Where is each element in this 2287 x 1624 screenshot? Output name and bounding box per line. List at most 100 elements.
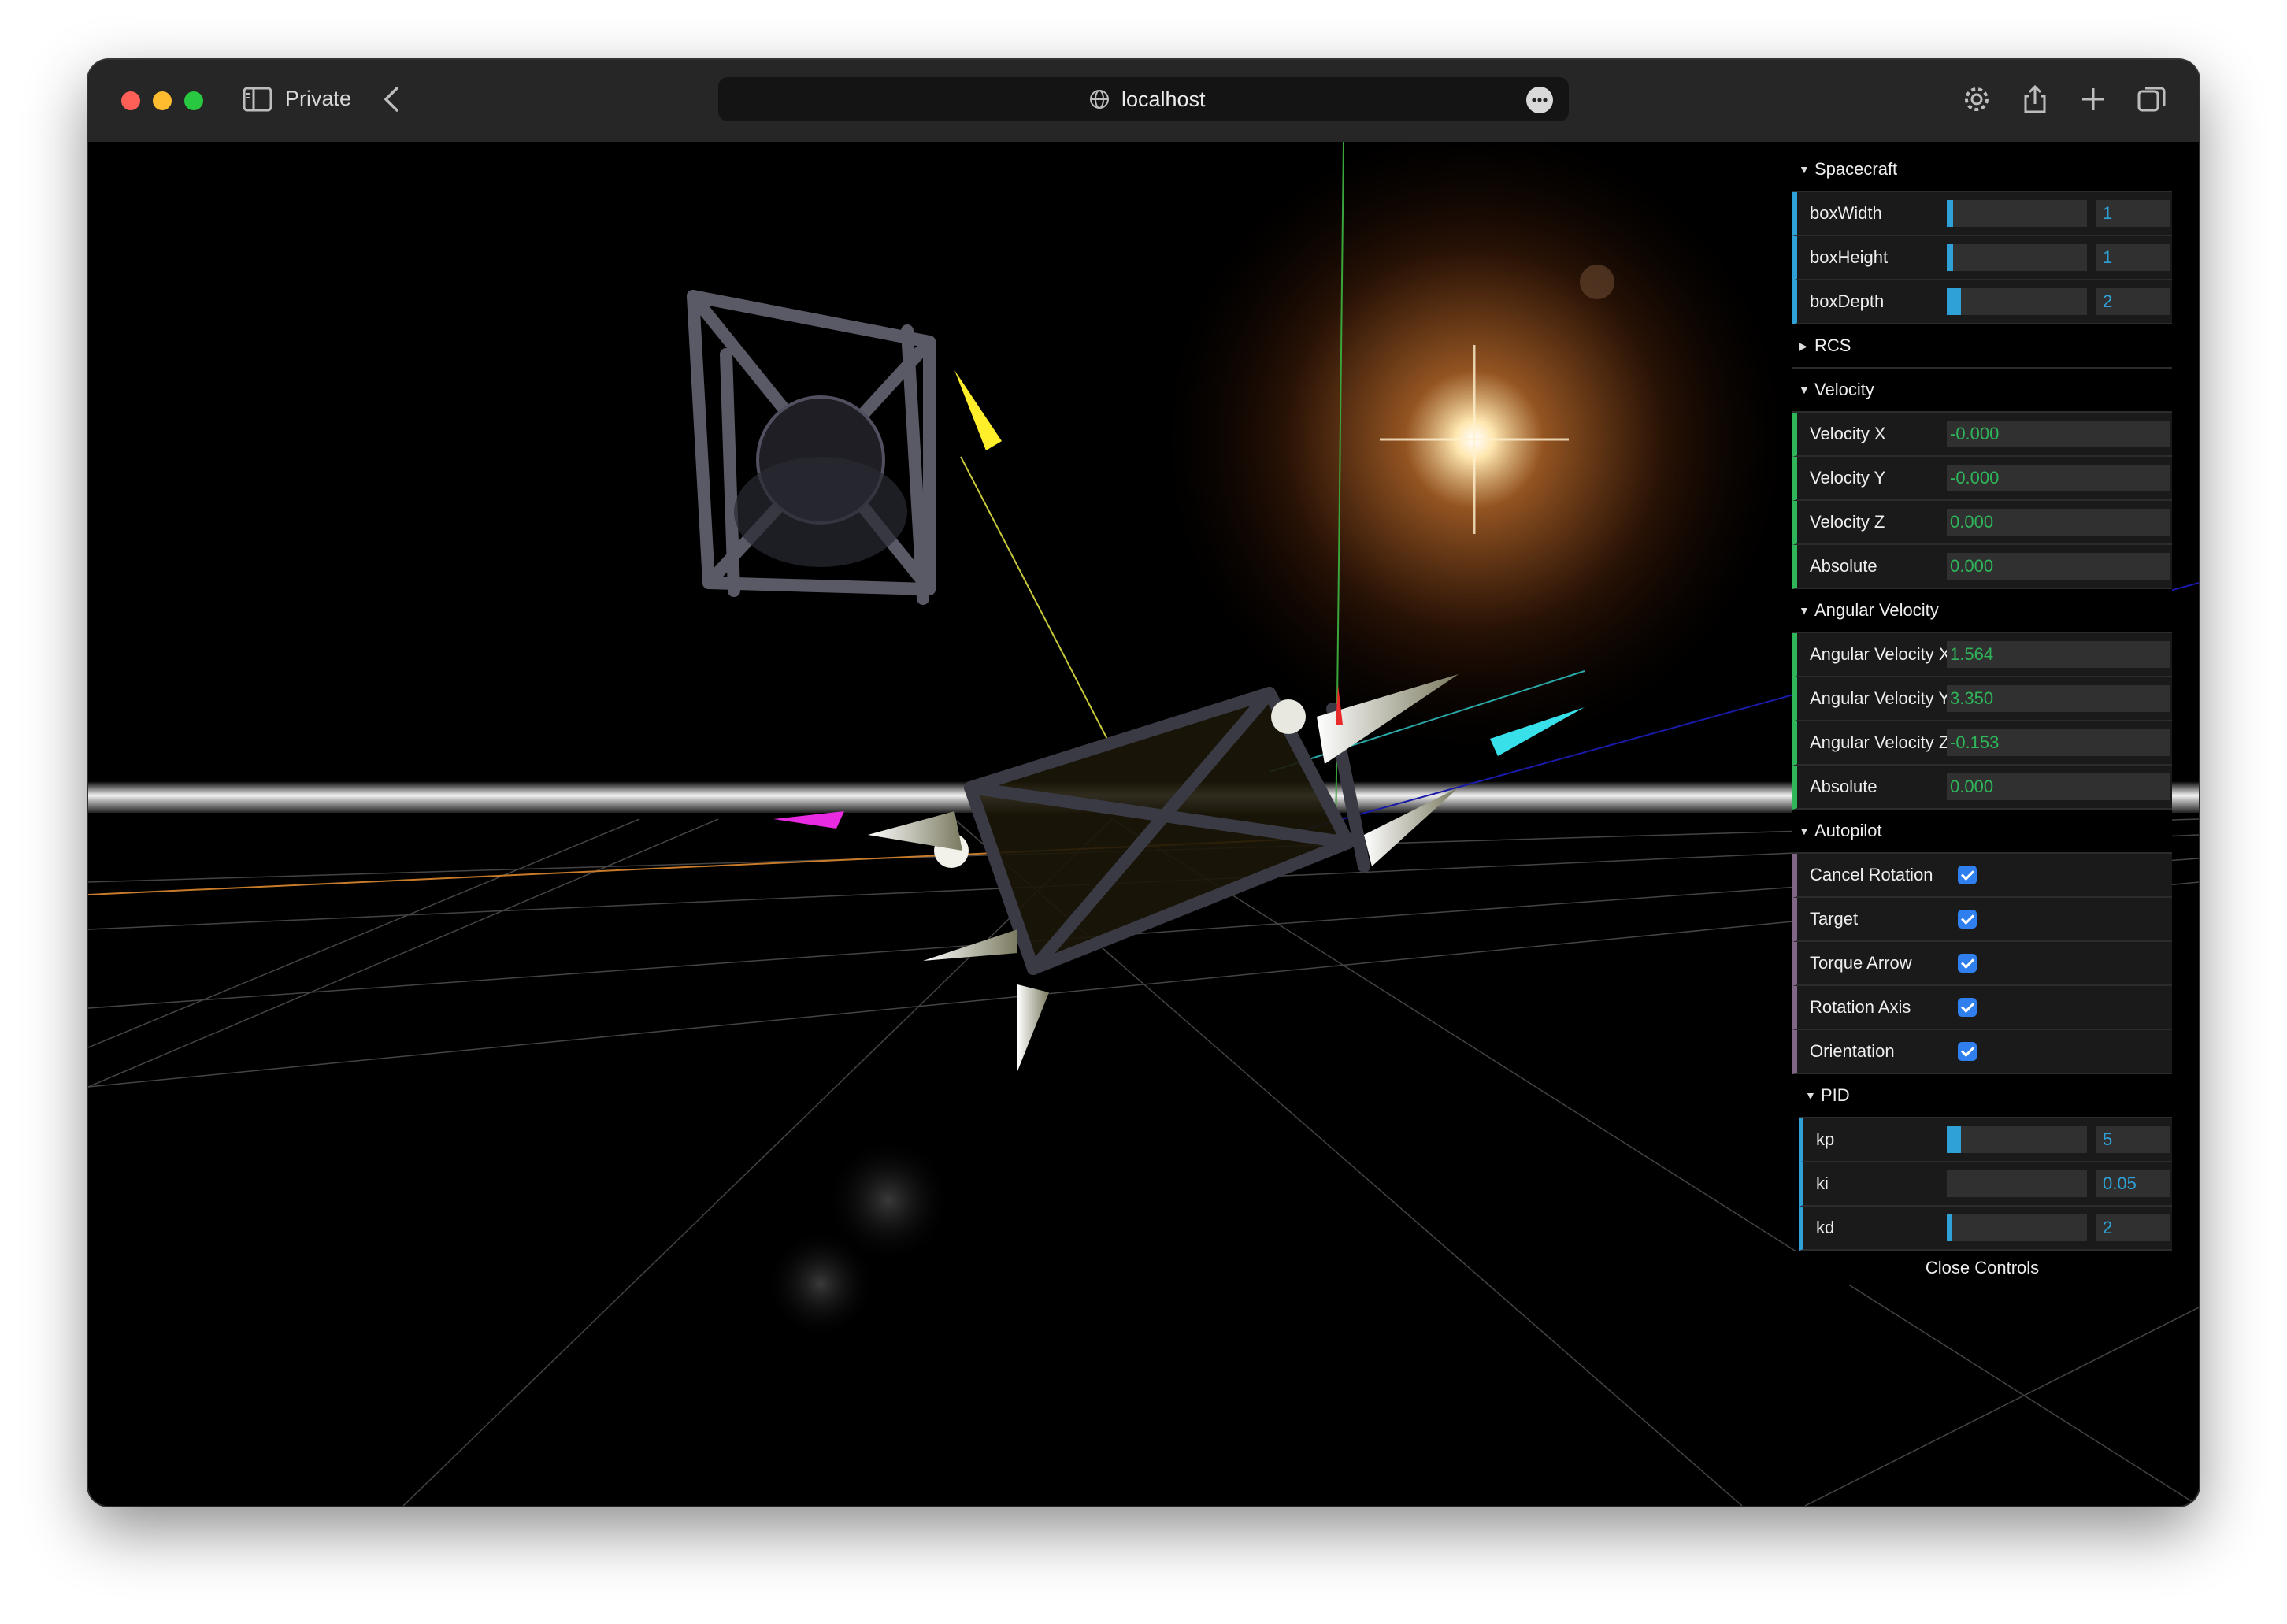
row-rotation-axis: Rotation Axis bbox=[1792, 986, 2172, 1030]
torque-arrow bbox=[773, 811, 844, 829]
row-label: Torque Arrow bbox=[1810, 953, 1912, 973]
row-cancel-rotation: Cancel Rotation bbox=[1792, 854, 2172, 898]
row-ki: ki 0.05 bbox=[1799, 1162, 2172, 1207]
pid-subfolder: ▼ PID kp 5 ki 0.05 kd 2 bbox=[1792, 1074, 2172, 1251]
folder-rcs[interactable]: ▶ RCS bbox=[1792, 324, 2172, 369]
row-velocity-absolute: Absolute 0.000 bbox=[1792, 545, 2172, 589]
caret-down-icon: ▼ bbox=[1805, 1089, 1816, 1102]
thruster-cone bbox=[1017, 984, 1049, 1071]
row-angular-velocity-y: Angular Velocity Y 3.350 bbox=[1792, 677, 2172, 721]
box-height-input[interactable]: 1 bbox=[2096, 244, 2170, 271]
orientation-checkbox[interactable] bbox=[1958, 1042, 1977, 1061]
tab-overview-icon[interactable] bbox=[2136, 83, 2167, 115]
cancel-rotation-checkbox[interactable] bbox=[1958, 866, 1977, 884]
kp-slider[interactable] bbox=[1947, 1126, 2087, 1153]
row-box-depth: boxDepth 2 bbox=[1792, 280, 2172, 324]
folder-spacecraft[interactable]: ▼ Spacecraft bbox=[1792, 148, 2172, 192]
velocity-absolute-field[interactable]: 0.000 bbox=[1947, 553, 2170, 580]
close-controls-button[interactable]: Close Controls bbox=[1792, 1251, 2172, 1285]
row-target: Target bbox=[1792, 898, 2172, 942]
angular-velocity-y-field[interactable]: 3.350 bbox=[1947, 685, 2170, 712]
sidebar-toggle-icon[interactable] bbox=[243, 87, 272, 112]
ki-input[interactable]: 0.05 bbox=[2096, 1170, 2170, 1197]
address-bar[interactable]: localhost bbox=[718, 77, 1569, 121]
velocity-z-field[interactable]: 0.000 bbox=[1947, 509, 2170, 536]
row-angular-velocity-z: Angular Velocity Z -0.153 bbox=[1792, 721, 2172, 766]
caret-down-icon: ▼ bbox=[1799, 163, 1810, 176]
url-text: localhost bbox=[1121, 87, 1206, 111]
rotation-axis-checkbox[interactable] bbox=[1958, 998, 1977, 1017]
minimize-window-button[interactable] bbox=[153, 91, 172, 110]
row-label: Angular Velocity Z bbox=[1810, 732, 1950, 752]
kd-input[interactable]: 2 bbox=[2096, 1214, 2170, 1241]
caret-down-icon: ▼ bbox=[1799, 384, 1810, 396]
row-label: Absolute bbox=[1810, 777, 1877, 796]
kd-slider[interactable] bbox=[1947, 1214, 2087, 1241]
folder-pid[interactable]: ▼ PID bbox=[1799, 1074, 2172, 1118]
row-label: boxDepth bbox=[1810, 291, 1885, 311]
angular-velocity-absolute-field[interactable]: 0.000 bbox=[1947, 773, 2170, 800]
3d-viewport[interactable]: ▼ Spacecraft boxWidth 1 boxHeight 1 boxD… bbox=[88, 142, 2199, 1506]
row-label: Target bbox=[1810, 909, 1859, 929]
ki-slider[interactable] bbox=[1947, 1170, 2087, 1197]
browser-window: Private localhost ▼ Spacecraft boxWidth … bbox=[88, 60, 2199, 1506]
target-arrow bbox=[954, 370, 1002, 450]
row-box-width: boxWidth 1 bbox=[1792, 192, 2172, 236]
row-label: Orientation bbox=[1810, 1041, 1895, 1061]
gear-icon[interactable] bbox=[1961, 83, 1992, 115]
row-orientation: Orientation bbox=[1792, 1030, 2172, 1074]
folder-angular-velocity[interactable]: ▼ Angular Velocity bbox=[1792, 589, 2172, 633]
box-height-slider[interactable] bbox=[1947, 244, 2087, 271]
angular-velocity-z-field[interactable]: -0.153 bbox=[1947, 729, 2170, 756]
row-label: Rotation Axis bbox=[1810, 997, 1911, 1017]
browser-toolbar: Private localhost bbox=[88, 60, 2199, 143]
new-tab-plus-icon[interactable] bbox=[2078, 83, 2109, 115]
more-dots-icon bbox=[1532, 98, 1548, 102]
box-width-slider[interactable] bbox=[1947, 200, 2087, 227]
folder-label: Velocity bbox=[1814, 380, 1874, 399]
row-velocity-y: Velocity Y -0.000 bbox=[1792, 457, 2172, 501]
box-depth-input[interactable]: 2 bbox=[2096, 288, 2170, 315]
velocity-x-field[interactable]: -0.000 bbox=[1947, 421, 2170, 447]
thruster-cone bbox=[923, 929, 1017, 961]
box-width-input[interactable]: 1 bbox=[2096, 200, 2170, 227]
folder-label: RCS bbox=[1814, 336, 1851, 355]
row-label: Velocity Z bbox=[1810, 512, 1885, 532]
row-box-height: boxHeight 1 bbox=[1792, 236, 2172, 280]
private-mode-label: Private bbox=[285, 87, 352, 110]
share-icon[interactable] bbox=[2019, 83, 2051, 115]
row-label: Absolute bbox=[1810, 556, 1877, 576]
row-label: Angular Velocity X bbox=[1810, 644, 1950, 664]
torque-arrow-checkbox[interactable] bbox=[1958, 954, 1977, 973]
row-torque-arrow: Torque Arrow bbox=[1792, 942, 2172, 986]
page-menu-button[interactable] bbox=[1526, 87, 1553, 113]
row-kd: kd 2 bbox=[1799, 1207, 2172, 1251]
box-depth-slider[interactable] bbox=[1947, 288, 2087, 315]
row-velocity-x: Velocity X -0.000 bbox=[1792, 413, 2172, 457]
back-arrow-icon[interactable] bbox=[380, 85, 403, 113]
kp-input[interactable]: 5 bbox=[2096, 1126, 2170, 1153]
velocity-y-field[interactable]: -0.000 bbox=[1947, 465, 2170, 491]
row-label: Angular Velocity Y bbox=[1810, 688, 1950, 708]
folder-velocity[interactable]: ▼ Velocity bbox=[1792, 369, 2172, 413]
folder-autopilot[interactable]: ▼ Autopilot bbox=[1792, 810, 2172, 854]
close-window-button[interactable] bbox=[121, 91, 140, 110]
zoom-window-button[interactable] bbox=[184, 91, 203, 110]
row-label: kp bbox=[1816, 1129, 1835, 1149]
row-label: boxHeight bbox=[1810, 247, 1889, 267]
folder-label: Autopilot bbox=[1814, 821, 1882, 840]
caret-down-icon: ▼ bbox=[1799, 825, 1810, 837]
globe-icon bbox=[1090, 90, 1109, 109]
row-label: Velocity Y bbox=[1810, 468, 1886, 488]
row-label: boxWidth bbox=[1810, 203, 1882, 223]
angular-velocity-x-field[interactable]: 1.564 bbox=[1947, 641, 2170, 668]
row-label: Cancel Rotation bbox=[1810, 865, 1933, 884]
row-angular-velocity-x: Angular Velocity X 1.564 bbox=[1792, 633, 2172, 677]
folder-label: Angular Velocity bbox=[1814, 600, 1939, 620]
folder-label: Spacecraft bbox=[1814, 159, 1898, 179]
row-kp: kp 5 bbox=[1799, 1118, 2172, 1162]
row-label: Velocity X bbox=[1810, 424, 1886, 443]
target-checkbox[interactable] bbox=[1958, 910, 1977, 929]
row-angular-velocity-absolute: Absolute 0.000 bbox=[1792, 766, 2172, 810]
caret-down-icon: ▼ bbox=[1799, 604, 1810, 617]
